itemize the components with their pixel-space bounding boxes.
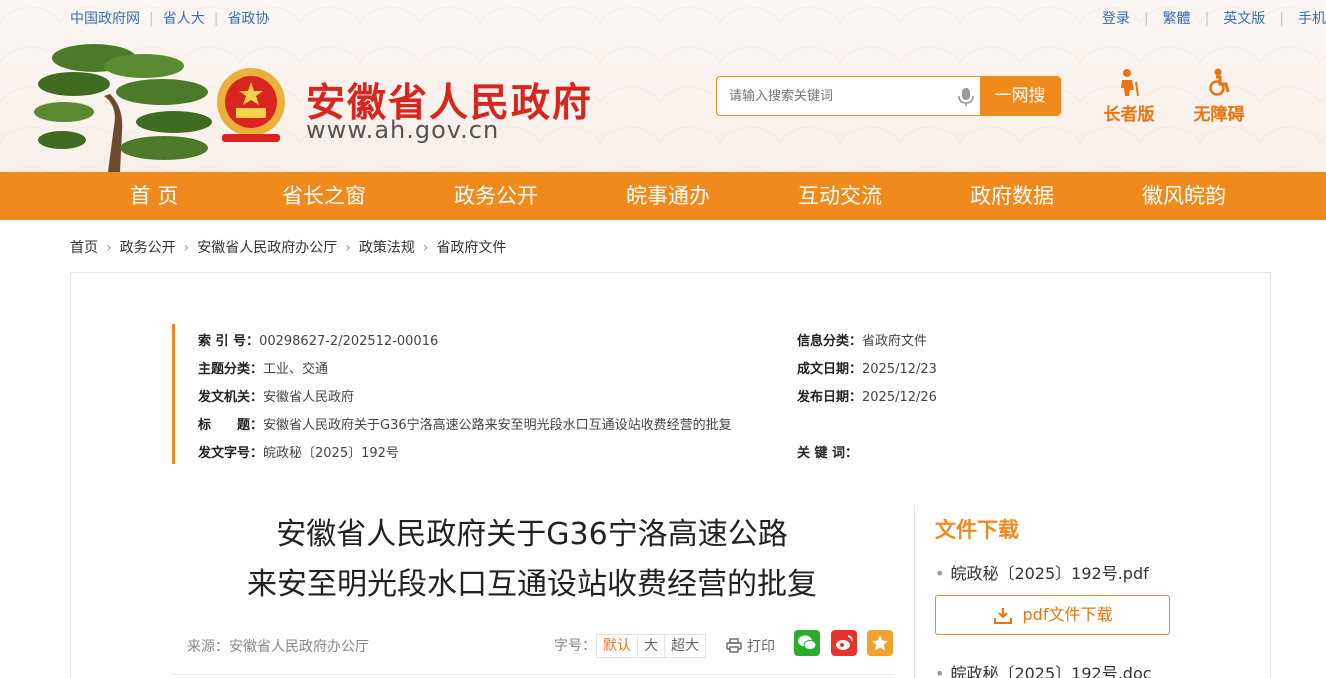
pdf-download-label: pdf文件下载 [1022,605,1113,624]
main-nav: 首 页 省长之窗 政务公开 皖事通办 互动交流 政府数据 徽风皖韵 [0,172,1326,220]
english-link[interactable]: 英文版 [1223,11,1265,27]
printer-icon [726,638,742,653]
download-file-pdf-name: 皖政秘〔2025〕192号.pdf [950,564,1149,583]
print-label: 打印 [747,639,775,655]
font-size-control: 字号： 默认大超大 [554,634,706,658]
downloads-title: 文件下载 [935,518,1019,542]
nav-governor[interactable]: 省长之窗 [244,172,404,220]
search-button[interactable]: 一网搜 [980,77,1060,115]
weibo-share-icon[interactable] [831,630,857,656]
favorite-star-icon[interactable] [867,630,893,656]
nav-interaction[interactable]: 互动交流 [760,172,920,220]
pine-tree-logo [34,44,212,172]
breadcrumb-item[interactable]: 省政府文件 [436,240,506,256]
top-links-right: 登录 | 繁體 | 英文版 | 手机 [1101,11,1326,27]
mobile-link[interactable]: 手机 [1298,11,1326,27]
download-icon [993,607,1012,624]
meta-index: 索 引 号：00298627-2/202512-00016 [198,334,439,349]
breadcrumb-item[interactable]: 首页 [70,240,98,256]
login-link[interactable]: 登录 [1102,11,1130,27]
elder-label: 长者版 [1103,105,1155,125]
meta-topic: 主题分类：工业、交通 [198,362,329,377]
meta-docno: 发文字号：皖政秘〔2025〕192号 [198,446,399,461]
accessibility-button[interactable]: 无障碍 [1186,68,1252,125]
font-size-label: 字号： [554,638,596,654]
pdf-download-button[interactable]: pdf文件下载 [935,595,1170,635]
national-emblem-icon [217,68,285,142]
link-gov-cn[interactable]: 中国政府网 [70,11,140,27]
top-links-left: 中国政府网 | 省人大 | 省政协 [70,11,270,27]
sidebar-divider [914,505,915,678]
document-title: 安徽省人民政府关于G36宁洛高速公路 来安至明光段水口互通设站收费经营的批复 [172,510,892,610]
nav-culture[interactable]: 徽风皖韵 [1104,172,1264,220]
document-title-line2: 来安至明光段水口互通设站收费经营的批复 [247,567,817,602]
breadcrumb: 首页 › 政务公开 › 安徽省人民政府办公厅 › 政策法规 › 省政府文件 [70,240,507,256]
nav-gov-affairs[interactable]: 政务公开 [416,172,576,220]
divider [172,674,894,675]
download-file-doc[interactable]: • 皖政秘〔2025〕192号.doc [935,660,1152,678]
font-size-default[interactable]: 默认 [597,635,637,657]
nav-services[interactable]: 皖事通办 [588,172,748,220]
meta-written-date: 成文日期：2025/12/23 [797,362,937,377]
nav-home[interactable]: 首 页 [74,172,234,220]
search-input[interactable] [717,77,982,115]
search-box: 一网搜 [716,76,1061,116]
document-title-line1: 安徽省人民政府关于G36宁洛高速公路 [276,517,788,552]
wheelchair-icon [1209,68,1230,96]
meta-published-date: 发布日期：2025/12/26 [797,390,937,405]
breadcrumb-item[interactable]: 政策法规 [359,240,415,256]
elder-icon [1121,69,1139,96]
meta-keywords: 关 键 词： [797,446,859,461]
link-provincial-cppcc[interactable]: 省政协 [227,11,269,27]
site-url: www.ah.gov.cn [306,116,500,144]
wechat-share-icon[interactable] [794,630,820,656]
font-size-xlarge[interactable]: 超大 [664,635,705,657]
breadcrumb-item[interactable]: 政务公开 [120,240,176,256]
font-size-large[interactable]: 大 [637,635,664,657]
download-file-pdf[interactable]: • 皖政秘〔2025〕192号.pdf [935,560,1149,584]
accessibility-label: 无障碍 [1193,105,1245,125]
breadcrumb-item[interactable]: 安徽省人民政府办公厅 [197,240,337,256]
download-file-doc-name: 皖政秘〔2025〕192号.doc [950,664,1152,678]
meta-issuer: 发文机关：安徽省人民政府 [198,390,355,405]
microphone-icon[interactable] [957,87,975,107]
meta-category: 信息分类：省政府文件 [797,334,928,349]
print-button[interactable]: 打印 [726,636,775,656]
elder-mode-button[interactable]: 长者版 [1096,68,1162,125]
nav-gov-data[interactable]: 政府数据 [932,172,1092,220]
top-links-bar: 中国政府网 | 省人大 | 省政协 登录 | 繁體 | 英文版 | 手机 [0,0,1326,34]
traditional-chinese-link[interactable]: 繁體 [1163,11,1191,27]
meta-title: 标 题：安徽省人民政府关于G36宁洛高速公路来安至明光段水口互通设站收费经营的批… [198,418,732,433]
link-provincial-congress[interactable]: 省人大 [163,11,205,27]
source-text: 来源：安徽省人民政府办公厅 [187,639,369,655]
